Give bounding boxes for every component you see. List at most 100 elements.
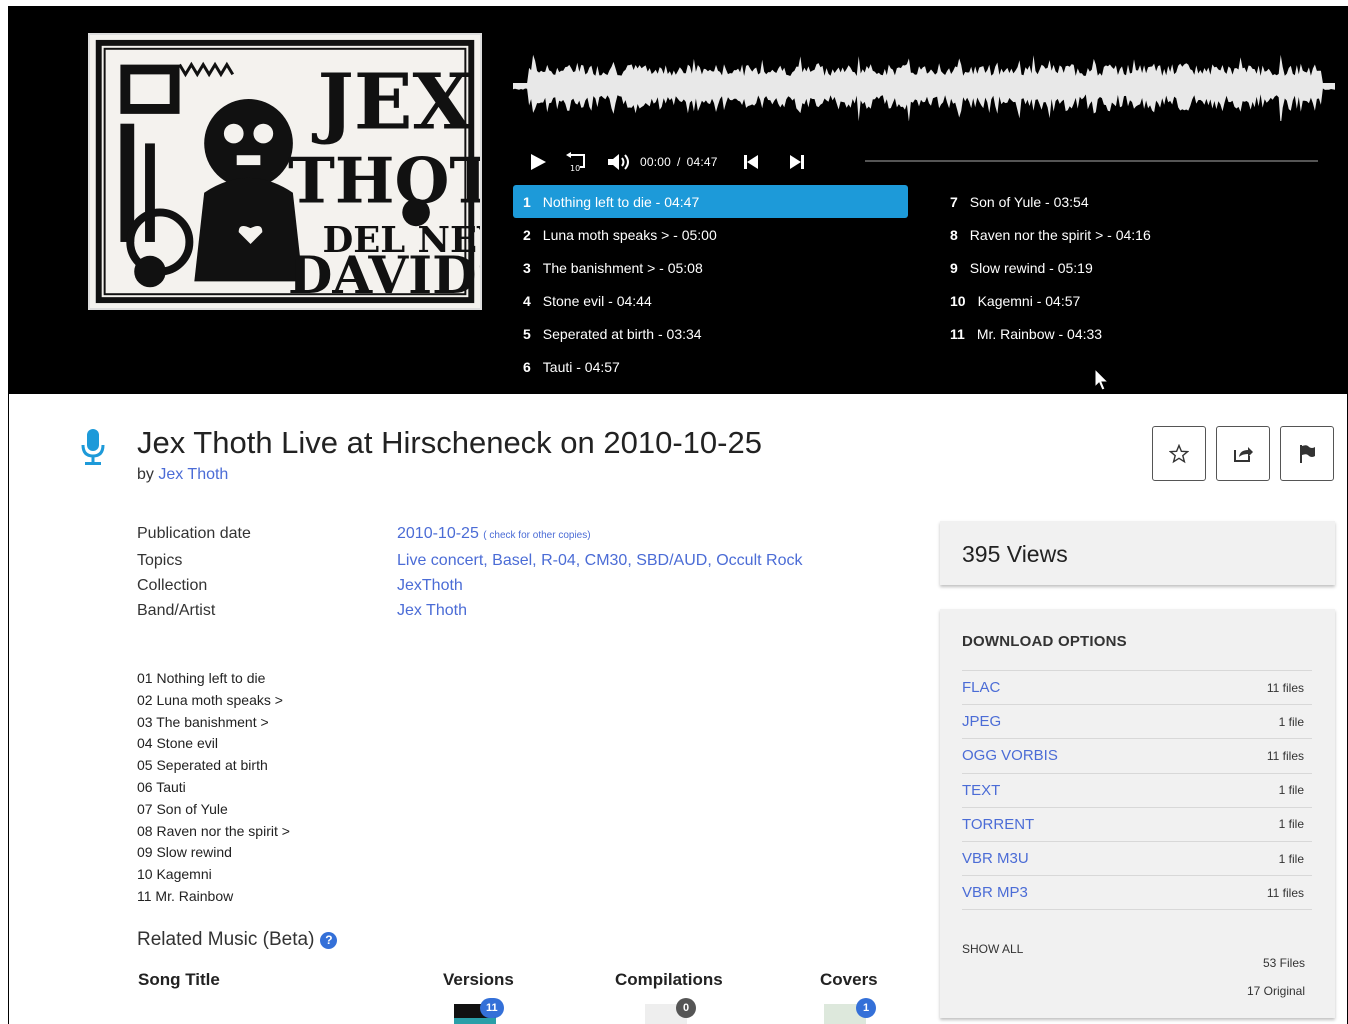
playlist-track[interactable]: 2 Luna moth speaks > - 05:00	[513, 218, 908, 251]
playlist-track[interactable]: 6 Tauti - 04:57	[513, 350, 908, 383]
waveform[interactable]	[513, 51, 1335, 121]
track-number: 11	[950, 325, 965, 342]
star-icon	[1169, 443, 1189, 463]
rewind-10-button[interactable]: 10	[564, 151, 590, 173]
svg-text:10: 10	[570, 164, 580, 173]
show-all-link[interactable]: SHOW ALL	[962, 942, 1023, 956]
tracklist-item: 01 Nothing left to die	[137, 670, 266, 686]
tracklist-item: 10 Kagemni	[137, 866, 212, 883]
track-number: 5	[523, 325, 531, 342]
download-option-row[interactable]: VBR M3U 1 file	[962, 842, 1312, 877]
download-option-row[interactable]: VBR MP3 11 files	[962, 876, 1312, 911]
track-number: 6	[523, 358, 531, 375]
item-actions	[1152, 426, 1334, 481]
time-total: 04:47	[686, 155, 718, 169]
track-label: Tauti - 04:57	[542, 358, 620, 375]
download-format-link[interactable]: TEXT	[962, 782, 1000, 799]
col-song-title: Song Title	[138, 970, 220, 989]
playlist-track[interactable]: 8 Raven nor the spirit > - 04:16	[940, 218, 1330, 251]
svg-text:THOTH: THOTH	[288, 144, 480, 218]
track-label: Seperated at birth - 03:34	[542, 325, 702, 342]
track-number: 10	[950, 292, 966, 309]
track-number: 3	[523, 259, 531, 276]
download-option-row[interactable]: OGG VORBIS 11 files	[962, 739, 1312, 774]
playlist-track[interactable]: 3 The banishment > - 05:08	[513, 251, 908, 284]
track-number: 9	[950, 259, 958, 276]
track-label: The banishment > - 05:08	[542, 259, 703, 276]
band-artist-link[interactable]: Jex Thoth	[397, 602, 467, 619]
download-file-count: 11 files	[1266, 680, 1304, 695]
playlist-track[interactable]: 11 Mr. Rainbow - 04:33	[940, 317, 1330, 350]
versions-count-badge: 11	[480, 998, 504, 1018]
track-number: 8	[950, 226, 958, 243]
tracklist-item: 04 Stone evil	[137, 735, 218, 752]
download-format-link[interactable]: FLAC	[962, 679, 1000, 696]
compilations-count-badge: 0	[676, 998, 696, 1018]
share-button[interactable]	[1216, 426, 1270, 481]
download-format-link[interactable]: VBR MP3	[962, 884, 1028, 901]
download-format-link[interactable]: JPEG	[962, 713, 1001, 730]
time-current: 00:00	[640, 155, 672, 169]
svg-text:JEX: JEX	[312, 58, 473, 148]
favorite-button[interactable]	[1152, 426, 1206, 481]
playlist-track[interactable]: 5 Seperated at birth - 03:34	[513, 317, 908, 350]
track-label: Luna moth speaks > - 05:00	[542, 226, 717, 243]
microphone-icon	[81, 429, 105, 465]
progress-bar[interactable]	[865, 160, 1318, 162]
playlist-column-1: 1 Nothing left to die - 04:47 2 Luna moth s…	[513, 185, 908, 383]
download-file-count: 1 file	[1278, 783, 1304, 798]
svg-text:DAVIDSON: DAVIDSON	[288, 246, 480, 306]
playlist-track[interactable]: 10 Kagemni - 04:57	[940, 284, 1330, 317]
previous-track-button[interactable]	[742, 153, 760, 171]
play-button[interactable]	[528, 152, 548, 172]
collection-label: Collection	[137, 577, 208, 594]
tracklist-item: 09 Slow rewind	[137, 844, 232, 861]
album-cover-image: JEX THOTH DEL NEY DAVIDSON	[88, 33, 482, 310]
flag-button[interactable]	[1280, 426, 1334, 481]
download-file-count: 1 file	[1278, 851, 1304, 866]
topics-links[interactable]: Live concert, Basel, R-04, CM30, SBD/AUD…	[397, 552, 802, 569]
byline-prefix: by	[137, 466, 154, 483]
playlist-track[interactable]: 9 Slow rewind - 05:19	[940, 251, 1330, 284]
check-copies-link[interactable]: ( check for other copies)	[483, 530, 590, 541]
tracklist-item: 05 Seperated at birth	[137, 757, 268, 774]
volume-icon[interactable]	[606, 152, 630, 172]
related-music-heading: Related Music (Beta) ?	[137, 929, 338, 951]
download-format-link[interactable]: OGG VORBIS	[962, 747, 1058, 764]
tracklist-item: 11 Mr. Rainbow	[137, 887, 234, 904]
pubdate-link[interactable]: 2010-10-25	[397, 525, 479, 542]
page-title: Jex Thoth Live at Hirscheneck on 2010-10…	[137, 425, 762, 460]
help-icon[interactable]: ?	[320, 931, 338, 949]
playlist-column-2: 7 Son of Yule - 03:54 8 Raven nor the spiri…	[940, 185, 1330, 350]
playlist-track[interactable]: 7 Son of Yule - 03:54	[940, 185, 1330, 218]
track-label: Stone evil - 04:44	[542, 292, 652, 309]
col-versions: Versions	[443, 970, 514, 989]
download-format-link[interactable]: TORRENT	[962, 816, 1034, 833]
download-file-count: 11 files	[1266, 885, 1304, 900]
playlist-track[interactable]: 4 Stone evil - 04:44	[513, 284, 908, 317]
track-label: Son of Yule - 03:54	[969, 193, 1089, 210]
tracklist-item: 08 Raven nor the spirit >	[137, 822, 290, 839]
track-label: Raven nor the spirit > - 04:16	[969, 226, 1151, 243]
download-option-row[interactable]: FLAC 11 files	[962, 671, 1312, 706]
player-controls: 10 00:00 / 04:47	[528, 148, 806, 176]
download-file-count: 11 files	[1266, 748, 1304, 763]
download-option-row[interactable]: TEXT 1 file	[962, 774, 1312, 808]
download-option-row[interactable]: TORRENT 1 file	[962, 808, 1312, 842]
track-number: 1	[523, 193, 531, 210]
description-tracklist: 01 Nothing left to die 02 Luna moth speak…	[137, 668, 290, 908]
col-compilations: Compilations	[615, 970, 723, 989]
download-format-link[interactable]: VBR M3U	[962, 850, 1029, 867]
download-list: FLAC 11 files JPEG 1 file OGG VORBIS 11 files…	[962, 670, 1312, 911]
byline: by Jex Thoth	[137, 466, 228, 484]
next-track-button[interactable]	[788, 153, 806, 171]
views-box: 395 Views	[940, 521, 1335, 585]
download-option-row[interactable]: JPEG 1 file	[962, 705, 1312, 740]
download-totals: 53 Files 17 Original	[1247, 949, 1305, 1005]
artist-link[interactable]: Jex Thoth	[158, 466, 228, 483]
collection-link[interactable]: JexThoth	[397, 577, 463, 594]
original-files: 17 Original	[1246, 984, 1305, 998]
track-label: Slow rewind - 05:19	[969, 259, 1093, 276]
playlist-track[interactable]: 1 Nothing left to die - 04:47	[513, 185, 908, 218]
download-options-panel: DOWNLOAD OPTIONS FLAC 11 files JPEG 1 file O…	[940, 609, 1335, 1018]
